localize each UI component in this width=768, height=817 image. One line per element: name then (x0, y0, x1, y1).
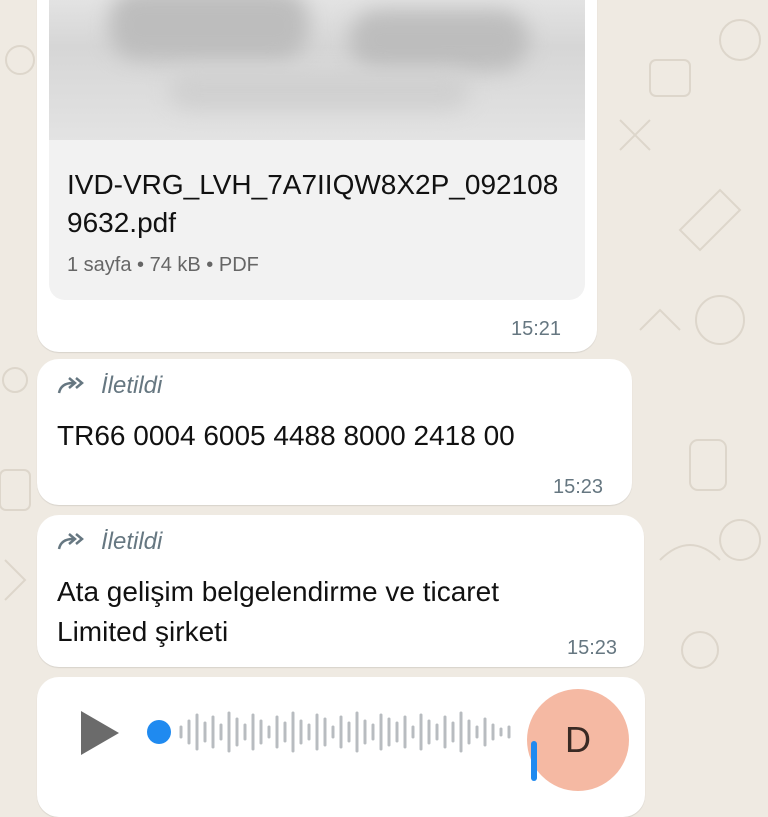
forwarded-label: İletildi (101, 528, 163, 555)
forward-arrows-icon (57, 377, 84, 394)
message-text-line-1: Ata gelişim belgelendirme ve ticaret (57, 576, 499, 607)
avatar[interactable]: D (527, 689, 629, 791)
mic-indicator (531, 741, 537, 781)
document-preview-thumbnail[interactable] (49, 0, 585, 140)
play-icon[interactable] (81, 711, 119, 755)
message-text-line-2: Limited şirketi (57, 616, 229, 647)
forwarded-indicator: İletildi (57, 527, 162, 557)
forwarded-label: İletildi (101, 372, 163, 399)
document-info[interactable]: IVD-VRG_LVH_7A7IIQW8X2P_0921089632.pdf 1… (49, 140, 585, 300)
message-time: 15:23 (553, 476, 604, 498)
playback-slider-handle[interactable] (147, 720, 171, 744)
voice-waveform[interactable] (175, 707, 515, 757)
document-file-name: IVD-VRG_LVH_7A7IIQW8X2P_0921089632.pdf (67, 169, 559, 238)
message-time: 15:23 (567, 637, 618, 659)
forward-arrows-icon (57, 533, 84, 550)
message-text: TR66 0004 6005 4488 8000 2418 00 (57, 420, 515, 451)
message-time: 15:21 (511, 318, 562, 340)
forwarded-message-bubble[interactable]: İletildi Ata gelişim belgelendirme ve ti… (37, 515, 644, 667)
voice-message-bubble[interactable]: D (37, 677, 645, 817)
forwarded-indicator: İletildi (57, 371, 162, 401)
document-meta: 1 sayfa • 74 kB • PDF (67, 254, 259, 276)
forwarded-message-bubble[interactable]: İletildi TR66 0004 6005 4488 8000 2418 0… (37, 359, 632, 505)
document-message-bubble[interactable]: IVD-VRG_LVH_7A7IIQW8X2P_0921089632.pdf 1… (37, 0, 597, 352)
